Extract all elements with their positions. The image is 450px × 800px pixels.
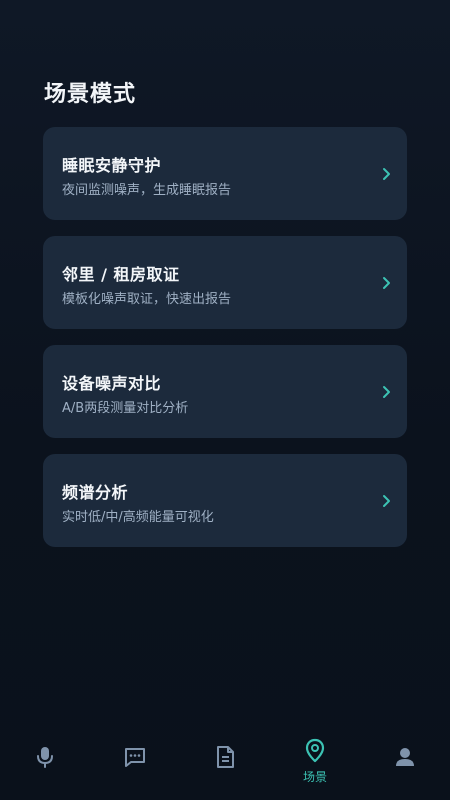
nav-item-reports[interactable] — [195, 710, 255, 769]
chevron-right-icon — [383, 167, 390, 180]
chat-bubble-icon — [123, 745, 147, 769]
scene-card-title: 频谱分析 — [62, 483, 129, 502]
scene-card-title: 邻里 / 租房取证 — [62, 265, 180, 284]
chevron-right-icon — [383, 385, 390, 398]
scene-card-subtitle: A/B两段测量对比分析 — [62, 401, 189, 416]
page-title: 场景模式 — [44, 82, 137, 107]
nav-item-messages[interactable] — [105, 710, 165, 769]
scene-card-sleep[interactable]: 睡眠安静守护 夜间监测噪声，生成睡眠报告 — [43, 127, 407, 220]
chevron-right-icon — [383, 494, 390, 507]
bottom-nav: 场景 — [0, 710, 450, 800]
nav-item-scenes[interactable]: 场景 — [285, 710, 345, 785]
scene-card-subtitle: 夜间监测噪声，生成睡眠报告 — [62, 183, 232, 198]
nav-item-record[interactable] — [15, 710, 75, 769]
nav-item-profile[interactable] — [375, 710, 435, 769]
scene-card-subtitle: 实时低/中/高频能量可视化 — [62, 510, 214, 525]
location-pin-icon — [304, 738, 326, 764]
microphone-icon — [34, 745, 56, 769]
nav-item-label: 场景 — [302, 770, 327, 784]
scene-card-title: 设备噪声对比 — [62, 374, 162, 393]
user-icon — [394, 745, 416, 769]
chevron-right-icon — [383, 276, 390, 289]
document-icon — [214, 745, 236, 769]
scene-card-neighbor[interactable]: 邻里 / 租房取证 模板化噪声取证，快速出报告 — [43, 236, 407, 329]
scene-card-device-compare[interactable]: 设备噪声对比 A/B两段测量对比分析 — [43, 345, 407, 438]
scene-card-spectrum[interactable]: 频谱分析 实时低/中/高频能量可视化 — [43, 454, 407, 547]
scene-card-title: 睡眠安静守护 — [62, 156, 162, 175]
scene-list: 睡眠安静守护 夜间监测噪声，生成睡眠报告 邻里 / 租房取证 模板化噪声取证，快… — [43, 127, 407, 563]
scene-card-subtitle: 模板化噪声取证，快速出报告 — [62, 292, 232, 307]
